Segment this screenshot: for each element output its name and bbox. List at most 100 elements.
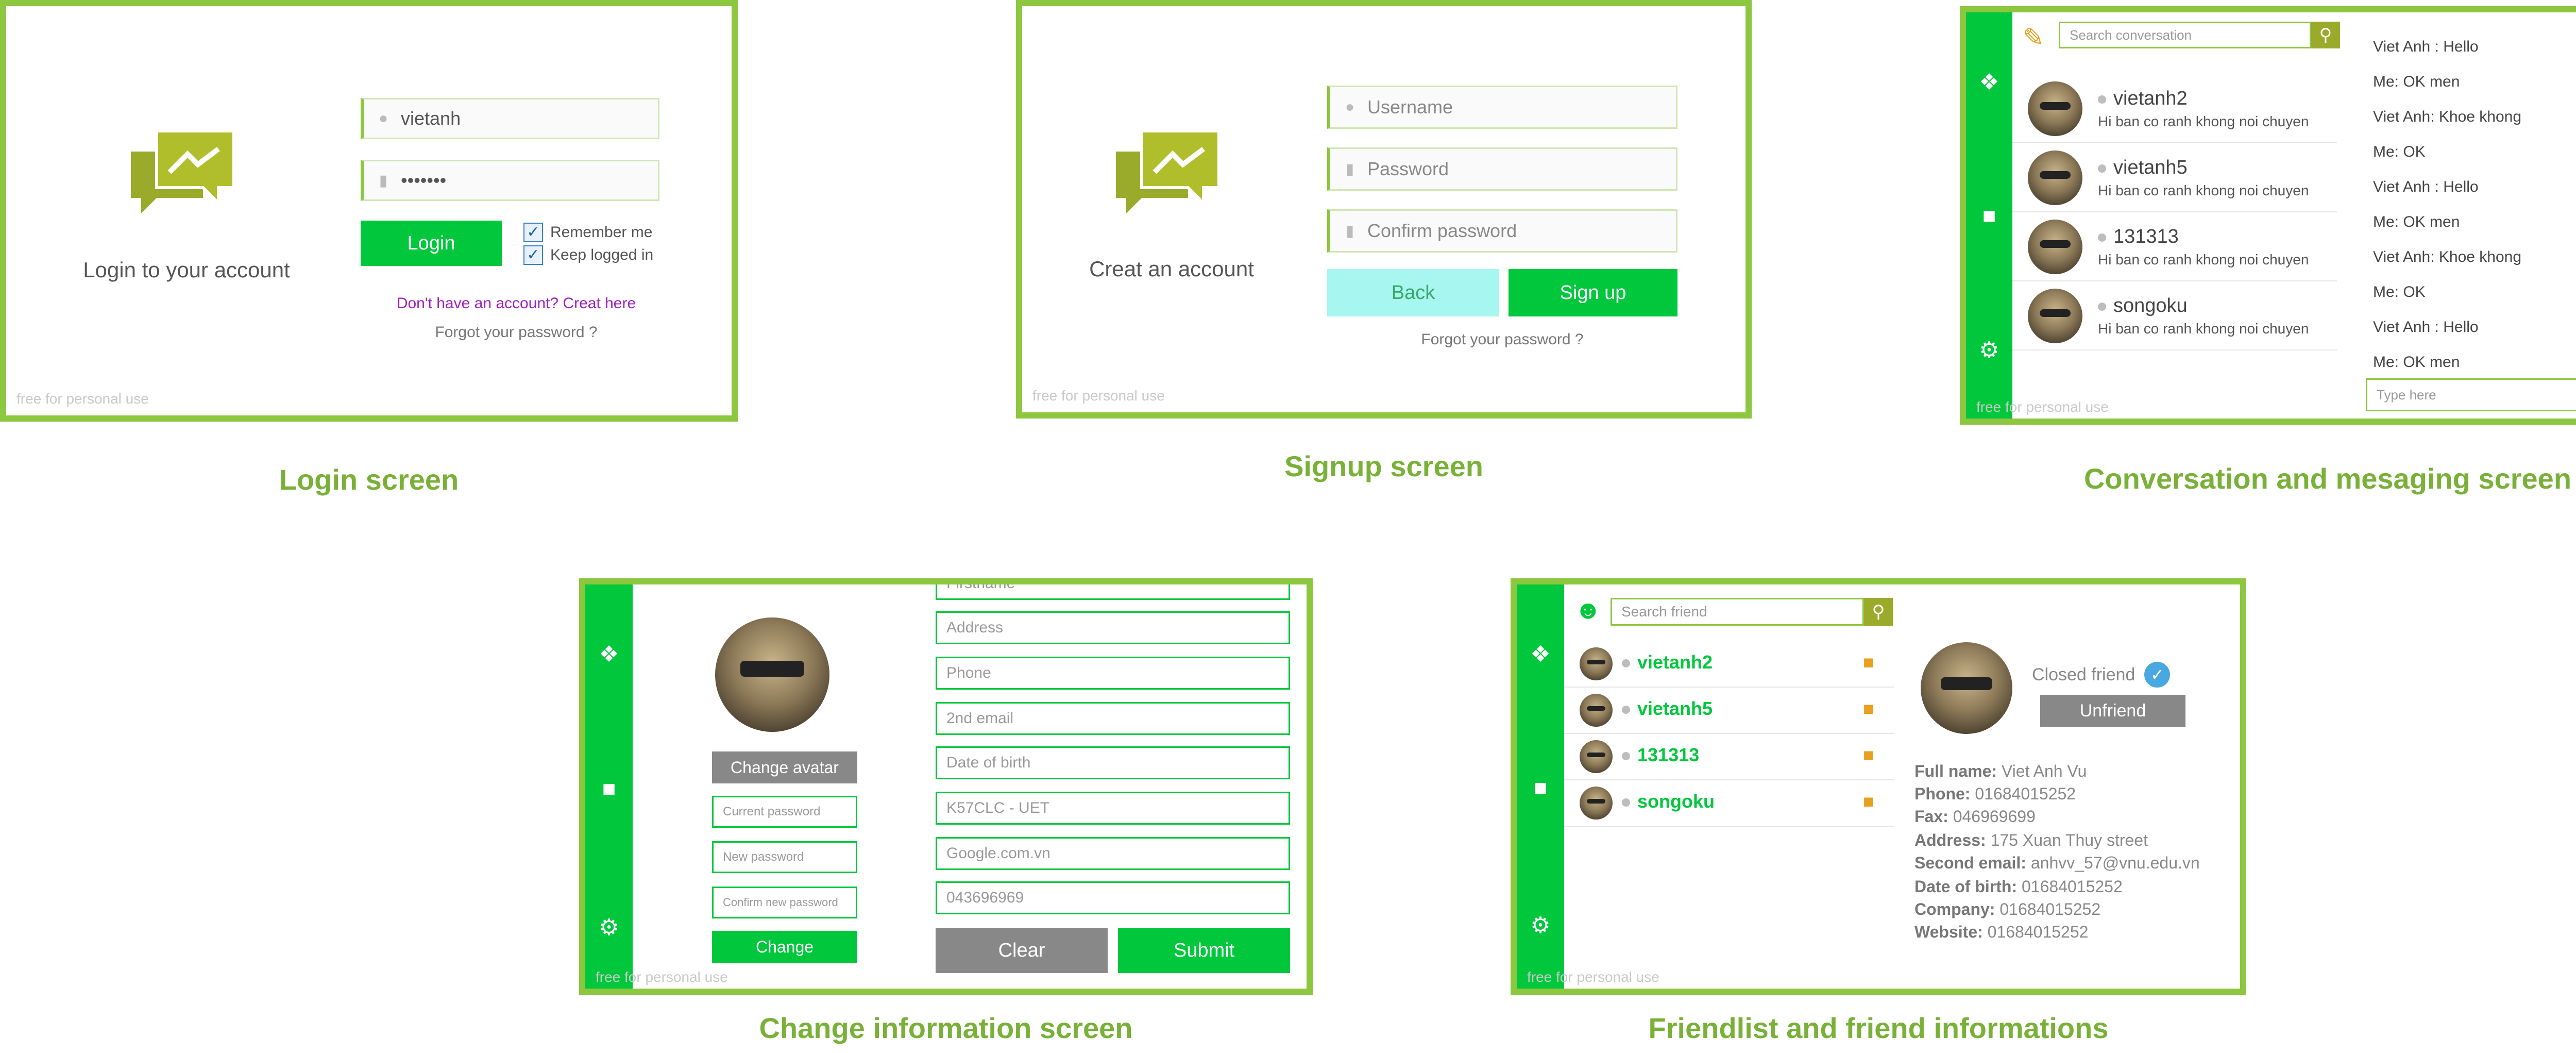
conversation-name: songoku xyxy=(2098,295,2188,317)
clear-button[interactable]: Clear xyxy=(936,928,1108,973)
info-full-name: Full name: Viet Anh Vu xyxy=(1914,762,2087,780)
message-friend-icon[interactable]: ■ xyxy=(1863,744,1874,766)
conversation-item[interactable]: vietanh5 Hi ban co ranh khong noi chuyen xyxy=(2012,143,2337,212)
sidebar: ❖ ■ ⚙ xyxy=(1966,12,2012,419)
conversation-item[interactable]: vietanh2 Hi ban co ranh khong noi chuyen xyxy=(2012,74,2337,143)
profile-avatar xyxy=(715,617,829,732)
forgot-password-link[interactable]: Forgot your password ? xyxy=(1327,331,1677,348)
new-conversation-icon[interactable]: ✎ xyxy=(2023,23,2044,53)
message-input[interactable]: Type here xyxy=(2366,378,2576,411)
submit-button[interactable]: Submit xyxy=(1118,928,1290,973)
friend-item[interactable]: vietanh5 ■ xyxy=(1564,688,1894,734)
keep-logged-in-checkbox[interactable]: ✓ Keep logged in xyxy=(523,245,653,265)
search-conversation-input[interactable]: Search conversation xyxy=(2059,22,2311,48)
login-panel: Login to your account ● vietanh ▮ ••••••… xyxy=(0,0,738,422)
phone-input[interactable]: Phone xyxy=(936,657,1290,690)
password-input[interactable]: ▮ ••••••• xyxy=(361,160,659,201)
username-value: vietanh xyxy=(401,108,461,129)
username-input[interactable]: ● vietanh xyxy=(361,98,659,139)
watermark: free for personal use xyxy=(16,391,149,407)
fax-input[interactable]: 043696969 xyxy=(936,881,1290,914)
confirm-new-password-input[interactable]: Confirm new password xyxy=(712,887,857,918)
avatar xyxy=(2028,220,2082,274)
chat-message: Viet Anh: Khoe khong xyxy=(2373,248,2522,265)
chat-message: Me: OK xyxy=(2373,283,2426,300)
message-friend-icon[interactable]: ■ xyxy=(1863,791,1874,812)
chat-message: Me: OK xyxy=(2373,143,2426,160)
chat-icon[interactable]: ■ xyxy=(585,776,633,802)
search-friend-input[interactable]: Search friend xyxy=(1611,598,1864,626)
search-friend-placeholder: Search friend xyxy=(1621,604,1707,620)
change-avatar-button[interactable]: Change avatar xyxy=(712,751,857,783)
check-icon[interactable]: ✓ xyxy=(2144,662,2171,688)
info-fax: Fax: 046969699 xyxy=(1914,807,2036,826)
messenger-logo-icon xyxy=(1116,129,1221,213)
remember-me-label: Remember me xyxy=(550,224,653,241)
change-password-button[interactable]: Change xyxy=(712,931,857,963)
conversation-preview: Hi ban co ranh khong noi chuyen xyxy=(2098,321,2309,337)
signup-button[interactable]: Sign up xyxy=(1509,269,1677,316)
login-button[interactable]: Login xyxy=(361,221,502,266)
friend-name: 131313 xyxy=(1622,744,1699,766)
watermark: free for personal use xyxy=(1976,399,2109,415)
message-friend-icon[interactable]: ■ xyxy=(1863,698,1874,720)
field-value: K57CLC - UET xyxy=(946,799,1050,816)
message-friend-icon[interactable]: ■ xyxy=(1863,651,1874,673)
conversation-name: 131313 xyxy=(2098,226,2179,248)
add-friend-icon[interactable]: ☻ xyxy=(1574,595,1602,625)
friend-item[interactable]: vietanh2 ■ xyxy=(1564,641,1894,688)
date-of-birth-input[interactable]: Date of birth xyxy=(936,746,1290,779)
signup-password-input[interactable]: ▮ Password xyxy=(1327,147,1677,191)
search-button[interactable]: ⚲ xyxy=(2311,22,2340,48)
firstname-input[interactable]: Firstname xyxy=(936,578,1290,600)
watermark: free for personal use xyxy=(1527,969,1659,985)
conversation-item[interactable]: 131313 Hi ban co ranh khong noi chuyen xyxy=(2012,212,2337,281)
conversation-preview: Hi ban co ranh khong noi chuyen xyxy=(2098,182,2309,198)
chat-icon[interactable]: ■ xyxy=(1966,203,2012,229)
conversation-name: vietanh2 xyxy=(2098,88,2188,110)
friends-icon[interactable]: ❖ xyxy=(1966,69,2012,95)
current-password-input[interactable]: Current password xyxy=(712,796,857,828)
signup-username-input[interactable]: ● Username xyxy=(1327,86,1677,129)
friends-icon[interactable]: ❖ xyxy=(585,641,633,667)
lock-icon: ▮ xyxy=(1345,160,1354,178)
company-input[interactable]: K57CLC - UET xyxy=(936,792,1290,825)
conversation-preview: Hi ban co ranh khong noi chuyen xyxy=(2098,252,2309,268)
create-account-link[interactable]: Don't have an account? Creat here xyxy=(346,295,686,312)
chat-icon[interactable]: ■ xyxy=(1517,775,1564,801)
back-button[interactable]: Back xyxy=(1327,269,1499,316)
search-button[interactable]: ⚲ xyxy=(1864,598,1893,626)
signup-confirm-input[interactable]: ▮ Confirm password xyxy=(1327,209,1677,253)
conversation-preview: Hi ban co ranh khong noi chuyen xyxy=(2098,113,2309,129)
info-address: Address: 175 Xuan Thuy street xyxy=(1914,831,2148,849)
avatar xyxy=(1580,787,1613,820)
gear-icon[interactable]: ⚙ xyxy=(1966,337,2012,363)
new-password-input[interactable]: New password xyxy=(712,841,857,873)
field-value: Firstname xyxy=(946,578,1015,592)
keep-logged-in-label: Keep logged in xyxy=(550,246,654,263)
avatar xyxy=(1580,647,1613,680)
field-value: Google.com.vn xyxy=(946,845,1050,862)
chat-message: Viet Anh: Khoe khong xyxy=(2373,108,2522,125)
avatar xyxy=(1580,740,1613,773)
password-placeholder: Password xyxy=(1367,158,1449,179)
website-input[interactable]: Google.com.vn xyxy=(936,837,1290,870)
unfriend-button[interactable]: Unfriend xyxy=(2040,695,2185,727)
second-email-input[interactable]: 2nd email xyxy=(936,702,1290,735)
forgot-password-link[interactable]: Forgot your password ? xyxy=(346,324,686,341)
chat-message: Me: OK men xyxy=(2373,213,2460,230)
login-caption: Login screen xyxy=(279,463,459,496)
conversation-item[interactable]: songoku Hi ban co ranh khong noi chuyen xyxy=(2012,281,2337,350)
friends-icon[interactable]: ❖ xyxy=(1517,641,1564,667)
friend-item[interactable]: songoku ■ xyxy=(1564,780,1894,827)
user-icon: ● xyxy=(378,110,388,127)
friend-name: songoku xyxy=(1622,791,1715,812)
gear-icon[interactable]: ⚙ xyxy=(1517,912,1564,939)
checkbox-checked-icon: ✓ xyxy=(523,223,543,242)
remember-me-checkbox[interactable]: ✓ Remember me xyxy=(523,223,652,242)
messenger-logo-icon xyxy=(131,129,235,213)
friend-item[interactable]: 131313 ■ xyxy=(1564,734,1894,780)
gear-icon[interactable]: ⚙ xyxy=(585,914,633,941)
chat-message: Viet Anh : Hello xyxy=(2373,319,2479,336)
address-input[interactable]: Address xyxy=(936,611,1290,644)
